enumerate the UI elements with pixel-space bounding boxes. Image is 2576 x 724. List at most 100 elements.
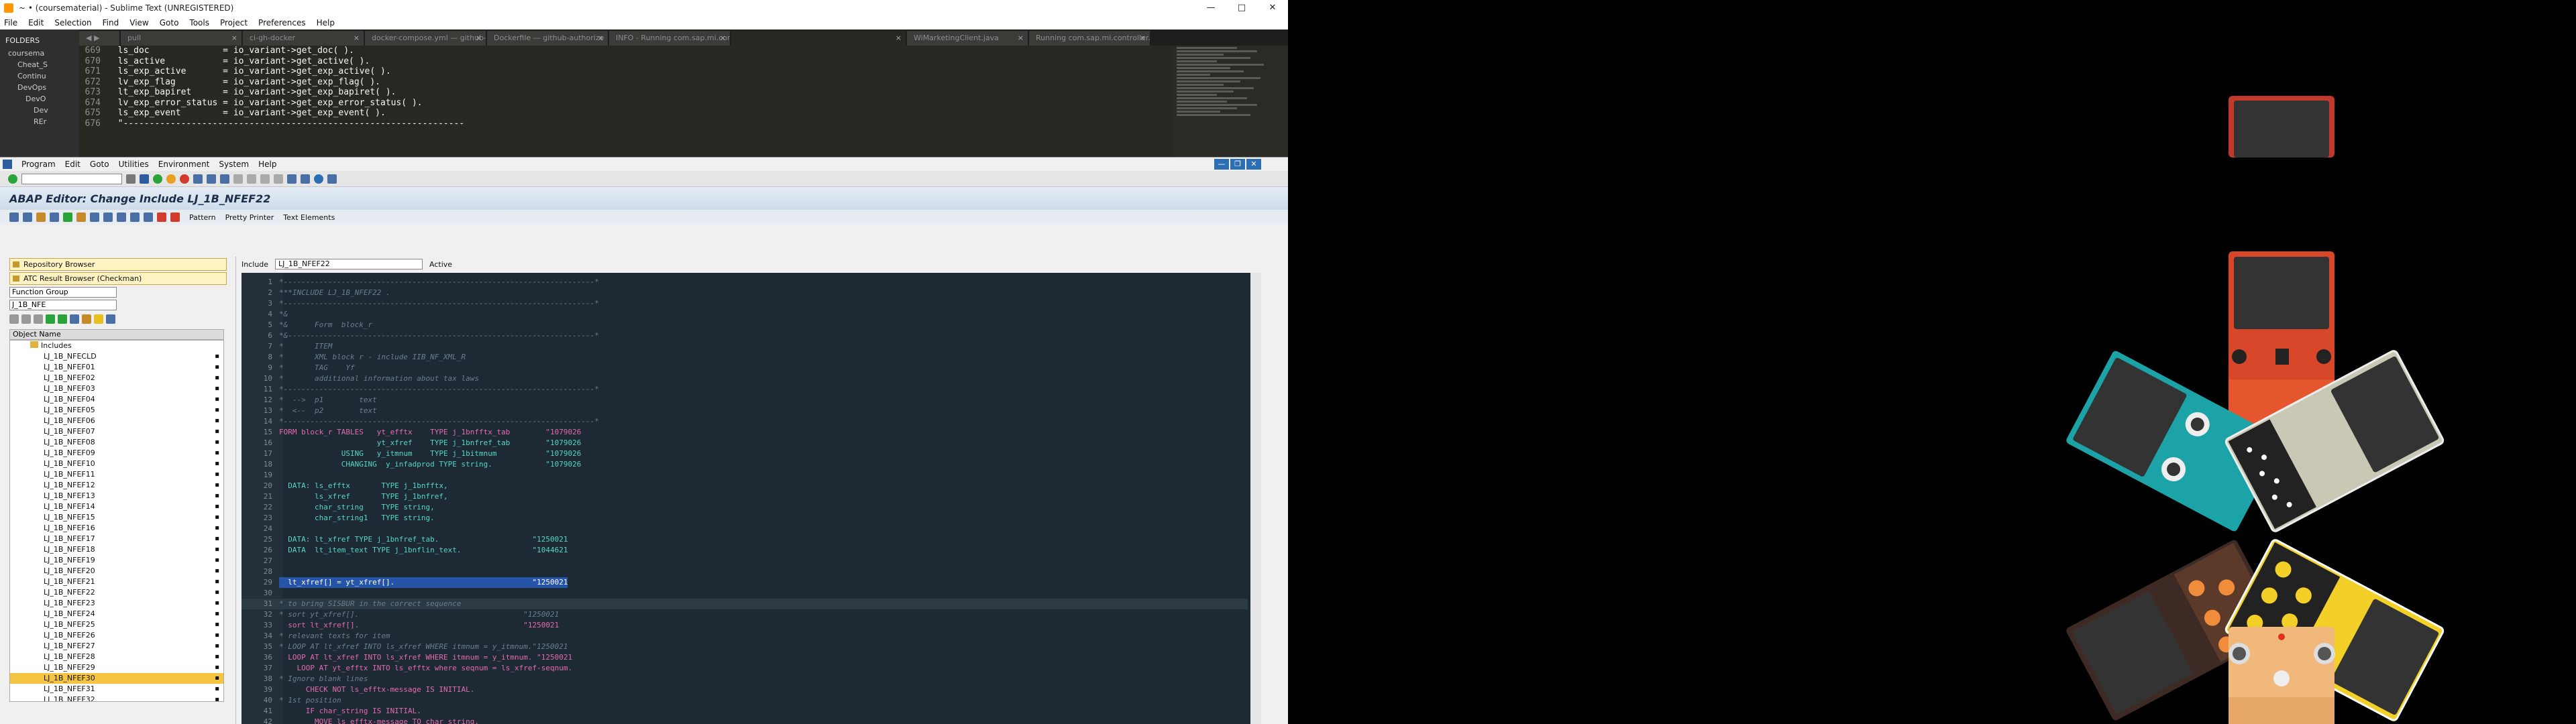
tree-item[interactable]: LJ_1B_NFEF23 ▪ xyxy=(10,598,223,609)
tree-folder-includes[interactable]: Includes xyxy=(10,341,223,351)
maximize-button[interactable]: □ xyxy=(1226,0,1257,16)
close-icon[interactable]: × xyxy=(1018,31,1024,46)
command-field[interactable] xyxy=(21,173,122,184)
pattern-button[interactable]: Pattern xyxy=(189,213,216,222)
sap-restore-button[interactable]: ❐ xyxy=(1230,159,1245,170)
tree-item[interactable]: LJ_1B_NFEF14 ▪ xyxy=(10,501,223,512)
sap-menu-goto[interactable]: Goto xyxy=(90,160,109,169)
next-page-icon[interactable] xyxy=(260,174,270,184)
sap-menu-utilities[interactable]: Utilities xyxy=(119,160,149,169)
tree-item[interactable]: LJ_1B_NFEF19 ▪ xyxy=(10,555,223,566)
sap-menu-edit[interactable]: Edit xyxy=(65,160,80,169)
close-icon[interactable]: × xyxy=(231,31,237,46)
folder-item[interactable]: DevO xyxy=(5,93,79,105)
tab-info-running[interactable]: INFO - Running com.sap.mi.controller.Bat… xyxy=(609,31,730,46)
tree-item[interactable]: LJ_1B_NFEF09 ▪ xyxy=(10,448,223,459)
tree-item[interactable]: LJ_1B_NFEF28 ▪ xyxy=(10,652,223,662)
folder-item[interactable]: coursema xyxy=(5,48,79,59)
tab-active[interactable]: × xyxy=(731,31,906,46)
menu-view[interactable]: View xyxy=(129,18,148,27)
close-icon[interactable]: × xyxy=(354,31,360,46)
shortcut-icon[interactable] xyxy=(301,174,310,184)
breakpoint-icon[interactable] xyxy=(157,213,166,222)
sublime-minimap[interactable] xyxy=(1173,46,1288,157)
tab-docker-compose[interactable]: docker-compose.yml — github-authorize× xyxy=(365,31,486,46)
menu-selection[interactable]: Selection xyxy=(54,18,91,27)
text-elements-button[interactable]: Text Elements xyxy=(283,213,335,222)
tree-item[interactable]: LJ_1B_NFEF17 ▪ xyxy=(10,534,223,544)
menu-file[interactable]: File xyxy=(4,18,17,27)
collapse-icon[interactable] xyxy=(58,314,67,324)
exit-icon[interactable] xyxy=(166,174,176,184)
where-used-icon[interactable] xyxy=(103,213,113,222)
tree-item[interactable]: LJ_1B_NFEF27 ▪ xyxy=(10,641,223,652)
close-icon[interactable]: × xyxy=(598,31,604,46)
info-icon[interactable] xyxy=(144,213,153,222)
refresh-icon[interactable] xyxy=(46,314,55,324)
tree-item[interactable]: LJ_1B_NFEF07 ▪ xyxy=(10,426,223,437)
tree-item[interactable]: LJ_1B_NFEF32 ▪ xyxy=(10,695,223,701)
settings-icon[interactable] xyxy=(106,314,115,324)
next-object-icon[interactable] xyxy=(21,314,31,324)
object-type-select[interactable]: Function Group xyxy=(9,287,117,298)
tab-pull[interactable]: pull × xyxy=(121,31,241,46)
folder-item[interactable]: Continu xyxy=(5,70,79,82)
check-icon[interactable] xyxy=(63,213,72,222)
tree-item[interactable]: LJ_1B_NFEF13 ▪ xyxy=(10,491,223,501)
activate-icon[interactable] xyxy=(76,213,86,222)
sublime-code-area[interactable]: 669 ls_doc = io_variant->get_doc( ). 670… xyxy=(79,46,1173,157)
previous-page-icon[interactable] xyxy=(247,174,256,184)
tree-item[interactable]: LJ_1B_NFEF24 ▪ xyxy=(10,609,223,619)
tree-item[interactable]: LJ_1B_NFEF29 ▪ xyxy=(10,662,223,673)
other-object-icon[interactable] xyxy=(50,213,59,222)
folder-item[interactable]: REr xyxy=(5,116,79,127)
sap-menu-environment[interactable]: Environment xyxy=(158,160,210,169)
close-button[interactable]: ✕ xyxy=(1257,0,1288,16)
minimize-button[interactable]: — xyxy=(1195,0,1226,16)
tree-item[interactable]: LJ_1B_NFECLD ▪ xyxy=(10,351,223,362)
sap-close-button[interactable]: ✕ xyxy=(1246,159,1261,170)
tab-wimarketing[interactable]: WiMarketingClient.java × xyxy=(907,31,1028,46)
tree-item[interactable]: LJ_1B_NFEF26 ▪ xyxy=(10,630,223,641)
new-session-icon[interactable] xyxy=(287,174,297,184)
sap-menu-help[interactable]: Help xyxy=(258,160,276,169)
tree-item[interactable]: LJ_1B_NFEF06 ▪ xyxy=(10,416,223,426)
close-icon[interactable]: × xyxy=(1140,31,1146,46)
tab-running-batch[interactable]: Running com.sap.mi.controller.BatchContr… xyxy=(1029,31,1150,46)
external-breakpoint-icon[interactable] xyxy=(170,213,180,222)
forward-arrow-icon[interactable] xyxy=(23,213,32,222)
sap-minimize-button[interactable]: — xyxy=(1214,159,1229,170)
tree-item[interactable]: LJ_1B_NFEF20 ▪ xyxy=(10,566,223,577)
close-icon[interactable]: × xyxy=(896,31,902,46)
tab-ci-gh-docker[interactable]: ci-gh-docker × xyxy=(243,31,364,46)
atc-result-browser-button[interactable]: ATC Result Browser (Checkman) xyxy=(9,272,227,285)
sap-app-icon[interactable] xyxy=(3,160,12,169)
menu-tools[interactable]: Tools xyxy=(189,18,209,27)
tree-item[interactable]: LJ_1B_NFEF15 ▪ xyxy=(10,512,223,523)
tab-nav-arrows[interactable]: ◀ ▶ xyxy=(79,31,119,46)
print-icon[interactable] xyxy=(193,174,203,184)
settings-icon[interactable] xyxy=(327,174,337,184)
menu-edit[interactable]: Edit xyxy=(28,18,44,27)
folder-item[interactable]: Cheat_S xyxy=(5,59,79,70)
folder-item[interactable]: DevOps xyxy=(5,82,79,93)
sap-menu-program[interactable]: Program xyxy=(21,160,56,169)
up-level-icon[interactable] xyxy=(34,314,43,324)
enter-icon[interactable] xyxy=(8,174,17,184)
test-icon[interactable] xyxy=(90,213,99,222)
tree-item[interactable]: LJ_1B_NFEF12 ▪ xyxy=(10,480,223,491)
tree-item[interactable]: LJ_1B_NFEF03 ▪ xyxy=(10,383,223,394)
menu-goto[interactable]: Goto xyxy=(160,18,179,27)
filter-icon[interactable] xyxy=(70,314,79,324)
display-change-icon[interactable] xyxy=(36,213,46,222)
favorites-icon[interactable] xyxy=(82,314,91,324)
first-page-icon[interactable] xyxy=(233,174,243,184)
abap-code-editor[interactable]: 1 *--------------------------------------… xyxy=(241,273,1261,724)
tree-item[interactable]: LJ_1B_NFEF02 ▪ xyxy=(10,373,223,383)
tree-item[interactable]: LJ_1B_NFEF31 ▪ xyxy=(10,684,223,695)
object-name-field[interactable]: J_1B_NFE xyxy=(9,300,117,310)
previous-object-icon[interactable] xyxy=(9,314,19,324)
tab-dockerfile[interactable]: Dockerfile — github-authorize × xyxy=(487,31,608,46)
tree-item[interactable]: LJ_1B_NFEF30 ▪ xyxy=(10,673,223,684)
tree-item[interactable]: LJ_1B_NFEF08 ▪ xyxy=(10,437,223,448)
